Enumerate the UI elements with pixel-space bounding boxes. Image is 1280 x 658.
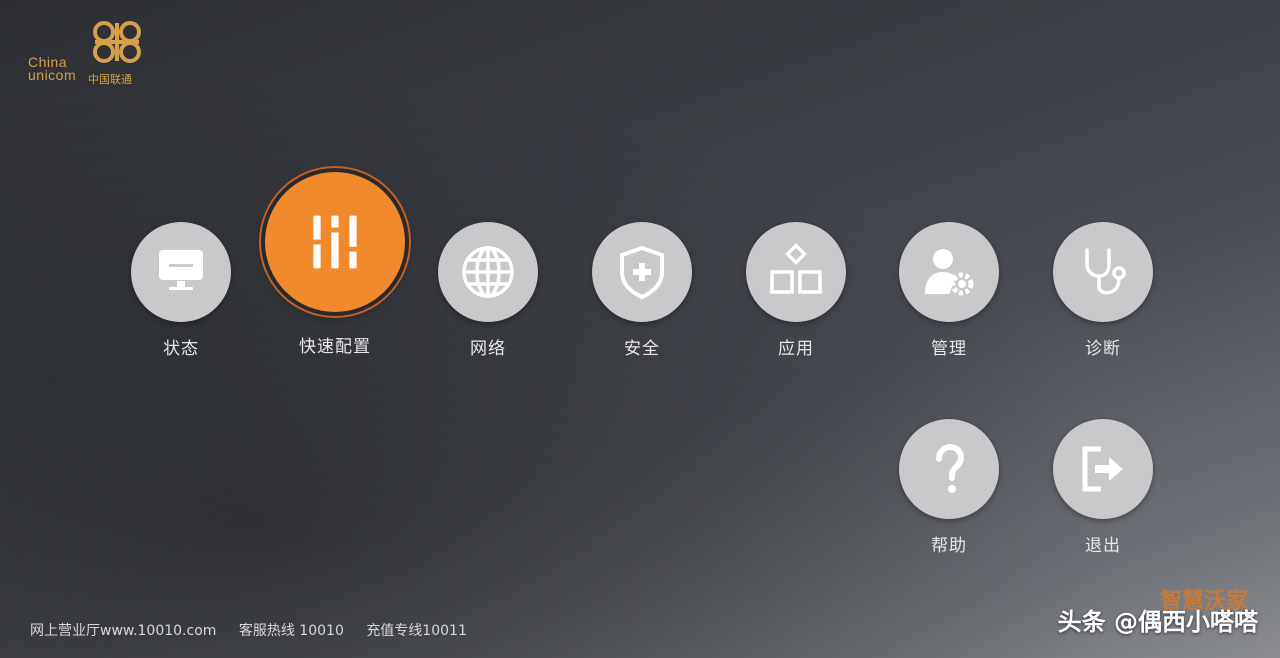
stethoscope-icon (1085, 248, 1126, 295)
menu-label-logout: 退出 (1085, 536, 1121, 556)
menu-label-status: 状态 (163, 339, 199, 359)
management-button[interactable] (899, 222, 999, 322)
diagnostics-button[interactable] (1053, 222, 1153, 322)
logo-text-english: China unicom (28, 54, 77, 83)
menu-label-network: 网络 (470, 339, 506, 359)
apps-icon (770, 243, 822, 294)
menu-item-diagnostics[interactable]: 诊断 (1043, 222, 1163, 359)
shield-plus-icon (620, 245, 664, 300)
security-button[interactable] (592, 222, 692, 322)
logo-text-chinese: 中国联通 (88, 73, 132, 86)
network-button[interactable] (438, 222, 538, 322)
menu-label-help: 帮助 (931, 536, 967, 556)
menu-label-diagnostics: 诊断 (1085, 339, 1121, 359)
quick-config-button[interactable] (265, 172, 405, 312)
globe-icon (462, 246, 514, 298)
applications-button[interactable] (746, 222, 846, 322)
footer-hotline: 客服热线 10010 (238, 623, 344, 639)
menu-item-help[interactable]: 帮助 (889, 419, 1009, 556)
footer-info: 网上营业厅www.10010.com 客服热线 10010 充值专线10011 (30, 620, 485, 640)
menu-item-quick-config[interactable]: 快速配置 (265, 172, 405, 357)
menu-item-network[interactable]: 网络 (428, 222, 548, 359)
menu-item-logout[interactable]: 退出 (1043, 419, 1163, 556)
unicom-knot-icon (93, 21, 141, 63)
menu-item-management[interactable]: 管理 (889, 222, 1009, 359)
logout-button[interactable] (1053, 419, 1153, 519)
monitor-icon (159, 250, 203, 290)
sliders-icon (311, 215, 359, 269)
menu-label-quick-config: 快速配置 (299, 337, 371, 357)
menu-item-status[interactable]: 状态 (121, 222, 241, 359)
menu-label-applications: 应用 (778, 339, 814, 359)
user-gear-icon (925, 249, 974, 296)
watermark: 头条 @偶西小嗒嗒 (1057, 608, 1258, 636)
question-icon (936, 443, 965, 493)
footer-website: 网上营业厅www.10010.com (30, 623, 217, 639)
menu-item-applications[interactable]: 应用 (736, 222, 856, 359)
menu-item-security[interactable]: 安全 (582, 222, 702, 359)
menu-label-security: 安全 (624, 339, 660, 359)
exit-icon (1082, 446, 1123, 492)
footer-recharge: 充值专线10011 (366, 623, 467, 639)
status-button[interactable] (131, 222, 231, 322)
menu-label-management: 管理 (931, 339, 967, 359)
help-button[interactable] (899, 419, 999, 519)
china-unicom-logo: China unicom 中国联通 (28, 18, 158, 90)
